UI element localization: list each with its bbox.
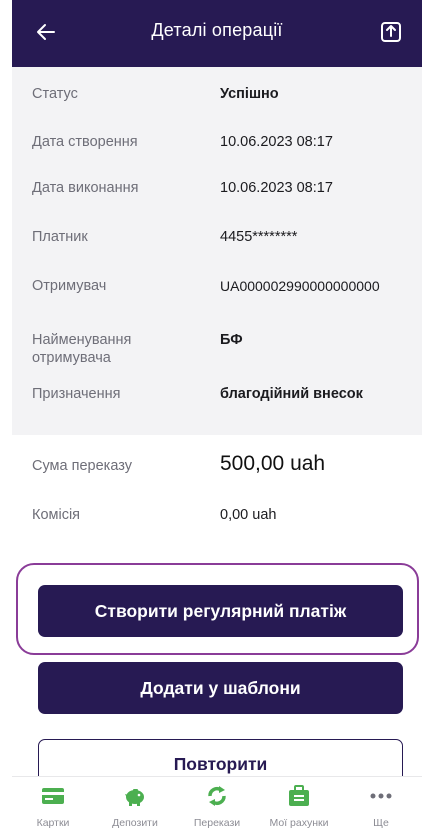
tab-label: Депозити bbox=[112, 817, 158, 829]
detail-value: 10.06.2023 08:17 bbox=[220, 134, 333, 150]
transfer-icon bbox=[208, 786, 226, 806]
tab-my-accounts[interactable]: Мої рахунки bbox=[258, 777, 340, 832]
detail-value: 4455******** bbox=[220, 229, 298, 245]
piggy-bank-icon bbox=[125, 789, 144, 806]
bottom-tab-bar: Картки Депозити Перекази Мої рахунки Ще bbox=[12, 776, 422, 832]
page-title: Деталі операції bbox=[151, 20, 283, 40]
fee-value: 0,00 uah bbox=[220, 507, 277, 523]
create-regular-payment-button[interactable]: Створити регулярний платіж bbox=[38, 585, 403, 637]
tab-label: Мої рахунки bbox=[269, 817, 329, 829]
detail-value: 10.06.2023 08:17 bbox=[220, 180, 333, 196]
detail-label: Дата створення bbox=[32, 134, 138, 150]
detail-label: Статус bbox=[32, 86, 78, 102]
fee-label: Комісія bbox=[32, 507, 81, 523]
detail-value: БФ bbox=[220, 332, 243, 348]
detail-label: Платник bbox=[32, 229, 88, 245]
tab-transfers[interactable]: Перекази bbox=[176, 777, 258, 832]
share-icon[interactable] bbox=[380, 19, 402, 43]
amount-label: Сума переказу bbox=[32, 458, 132, 474]
operation-details: Статус Успішно Дата створення 10.06.2023… bbox=[12, 67, 422, 435]
tab-label: Перекази bbox=[193, 817, 241, 829]
briefcase-icon bbox=[289, 785, 309, 806]
tab-label: Ще bbox=[373, 817, 389, 829]
tab-label: Картки bbox=[36, 817, 70, 829]
detail-label: Призначення bbox=[32, 386, 121, 402]
card-icon bbox=[42, 788, 64, 804]
detail-value: UA000002990000000000 bbox=[220, 278, 380, 294]
more-icon bbox=[370, 793, 392, 799]
tab-more[interactable]: Ще bbox=[340, 777, 422, 832]
detail-label: Дата виконання bbox=[32, 180, 139, 196]
amount-value: 500,00 uah bbox=[220, 452, 326, 475]
tab-cards[interactable]: Картки bbox=[12, 777, 94, 832]
detail-label: Отримувач bbox=[32, 278, 107, 294]
detail-value: Успішно bbox=[220, 86, 279, 102]
tab-deposits[interactable]: Депозити bbox=[94, 777, 176, 832]
add-to-templates-button[interactable]: Додати у шаблони bbox=[38, 662, 403, 714]
detail-value: благодійний внесок bbox=[220, 386, 363, 402]
detail-label: Найменування отримувача bbox=[32, 332, 132, 366]
transfer-summary: Сума переказу 500,00 uah Комісія 0,00 ua… bbox=[12, 435, 422, 545]
top-app-bar: Деталі операції bbox=[12, 0, 422, 67]
